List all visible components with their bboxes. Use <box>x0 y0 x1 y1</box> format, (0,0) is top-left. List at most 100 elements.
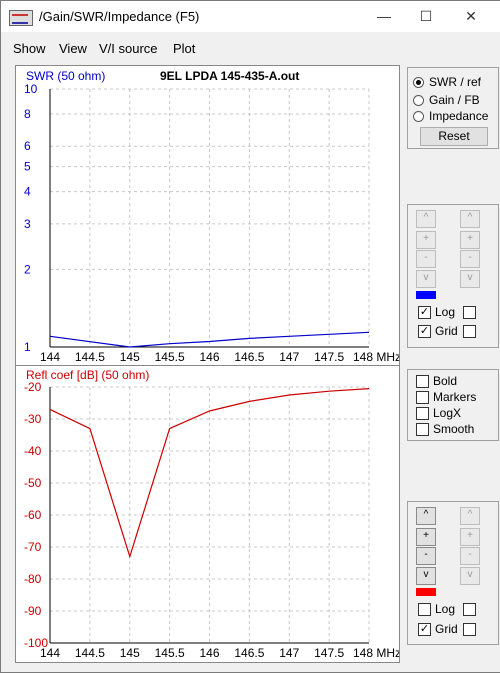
plot-type-panel: SWR / ref Gain / FB Impedance Reset <box>407 67 499 149</box>
swr-series-line <box>49 331 370 348</box>
reset-button[interactable]: Reset <box>420 127 488 146</box>
refl-chart: -20-30-40-50-60-70-80-90-100 144 144.5 145… <box>24 368 401 660</box>
bottom-log-box[interactable] <box>418 603 431 616</box>
y-tick-label: -30 <box>24 412 42 426</box>
window-title: /Gain/SWR/Impedance (F5) <box>39 9 200 24</box>
refl-grid <box>49 386 370 644</box>
menu-plot[interactable]: Plot <box>173 41 195 56</box>
menu-show[interactable]: Show <box>13 41 46 56</box>
bottom-minus-left-button[interactable]: - <box>416 547 436 565</box>
x-tick-label: 146.5 <box>234 350 264 364</box>
x-tick-label: 147 <box>279 646 299 660</box>
y-tick-label: -20 <box>24 380 42 394</box>
refl-x-ticks: 144 144.5 145 145.5 146 146.5 147 147.5 148 MHz <box>40 646 401 660</box>
app-icon[interactable] <box>9 10 33 26</box>
smooth-box[interactable] <box>416 423 429 436</box>
menu-bar: Show View V/I source Plot <box>1 37 500 59</box>
top-scale-down-right-button[interactable]: v <box>460 270 480 288</box>
top-plus-left-button[interactable]: + <box>416 231 436 249</box>
minimize-icon[interactable]: — <box>361 1 407 32</box>
refl-y-label: Refl coef [dB] (50 ohm) <box>26 368 149 382</box>
x-tick-label: 146 <box>199 350 219 364</box>
bottom-scale-up-right-button[interactable]: ^ <box>460 507 480 525</box>
bottom-controls-panel: ^ ^ + + - - v v Log ✓ Grid <box>407 501 499 645</box>
top-minus-right-button[interactable]: - <box>460 250 480 268</box>
bold-label: Bold <box>433 374 458 388</box>
bottom-grid-box[interactable]: ✓ <box>418 623 431 636</box>
bold-box[interactable] <box>416 375 429 388</box>
x-tick-label: 146 <box>199 646 219 660</box>
radio-impedance-label: Impedance <box>429 109 489 123</box>
x-tick-label: 144.5 <box>75 646 105 660</box>
bottom-grid-right-box[interactable] <box>463 623 476 636</box>
bottom-scale-up-left-button[interactable]: ^ <box>416 507 436 525</box>
menu-vi-source[interactable]: V/I source <box>99 41 158 56</box>
x-tick-label: 148 MHz <box>353 350 399 364</box>
radio-gain-fb-dot[interactable] <box>413 95 424 106</box>
top-log-right-box[interactable] <box>463 306 476 319</box>
swr-grid <box>49 88 370 348</box>
swr-y-ticks: 10 8 6 5 4 3 2 1 <box>24 82 38 354</box>
x-tick-label: 144 <box>40 350 60 364</box>
top-scale-down-left-button[interactable]: v <box>416 270 436 288</box>
bottom-scale-down-right-button[interactable]: v <box>460 567 480 585</box>
refl-plot[interactable]: -20 -30 -40 -50 -60 -70 -80 -90 -100 144 144.5 145… <box>15 365 401 663</box>
radio-gain-fb-label: Gain / FB <box>429 93 480 107</box>
markers-box[interactable] <box>416 391 429 404</box>
menu-view[interactable]: View <box>59 41 87 56</box>
y-tick-label: 6 <box>24 139 31 153</box>
x-tick-label: 144.5 <box>75 350 105 364</box>
bottom-plus-left-button[interactable]: + <box>416 528 436 546</box>
bottom-plus-right-button[interactable]: + <box>460 528 480 546</box>
top-minus-left-button[interactable]: - <box>416 250 436 268</box>
radio-gain-fb[interactable]: Gain / FB <box>413 92 500 108</box>
bottom-log-right-box[interactable] <box>463 603 476 616</box>
options-panel: Bold Markers LogX Smooth <box>407 369 499 441</box>
y-tick-label: -40 <box>24 444 42 458</box>
bottom-minus-right-button[interactable]: - <box>460 547 480 565</box>
x-tick-label: 145 <box>120 646 140 660</box>
bottom-scale-down-left-button[interactable]: v <box>416 567 436 585</box>
top-grid-box[interactable]: ✓ <box>418 325 431 338</box>
y-tick-label: 3 <box>24 217 31 231</box>
x-tick-label: 145 <box>120 350 140 364</box>
top-grid-right-box[interactable] <box>463 325 476 338</box>
top-log-box[interactable]: ✓ <box>418 306 431 319</box>
x-tick-label: 144 <box>40 646 60 660</box>
x-tick-label: 145.5 <box>155 350 185 364</box>
radio-impedance-dot[interactable] <box>413 111 424 122</box>
logx-box[interactable] <box>416 407 429 420</box>
y-tick-label: -90 <box>24 604 42 618</box>
bottom-color-swatch[interactable] <box>416 588 436 596</box>
logx-label: LogX <box>433 406 462 420</box>
y-tick-label: -50 <box>24 476 42 490</box>
swr-x-ticks: 144 144.5 145 145.5 146 146.5 147 147.5 148 MHz <box>40 350 401 364</box>
x-tick-label: 145.5 <box>155 646 185 660</box>
top-scale-up-right-button[interactable]: ^ <box>460 210 480 228</box>
radio-swr-ref-label: SWR / ref <box>429 75 482 89</box>
top-scale-up-left-button[interactable]: ^ <box>416 210 436 228</box>
y-tick-label: -80 <box>24 572 42 586</box>
top-color-swatch[interactable] <box>416 291 436 299</box>
top-controls-panel: ^ ^ + + - - v v ✓ Log ✓ Grid <box>407 204 499 348</box>
radio-impedance[interactable]: Impedance <box>413 108 500 124</box>
x-tick-label: 147.5 <box>314 646 344 660</box>
y-tick-label: 4 <box>24 185 31 199</box>
bottom-log-label: Log <box>435 602 456 616</box>
y-tick-label: 2 <box>24 262 31 276</box>
title-bar[interactable]: /Gain/SWR/Impedance (F5) — ☐ ✕ <box>1 1 500 32</box>
maximize-icon[interactable]: ☐ <box>403 1 449 32</box>
radio-swr-ref-dot[interactable] <box>413 77 424 88</box>
swr-y-label: SWR (50 ohm) <box>26 69 105 83</box>
close-icon[interactable]: ✕ <box>448 1 494 32</box>
y-tick-label: 1 <box>24 340 31 354</box>
top-plus-right-button[interactable]: + <box>460 231 480 249</box>
y-tick-label: 5 <box>24 160 31 174</box>
x-tick-label: 148 MHz <box>353 646 399 660</box>
swr-plot[interactable]: 10 8 6 5 4 3 2 1 144 144.5 145 145.5 146 146.5 147 147… <box>15 65 401 366</box>
smooth-label: Smooth <box>433 422 475 436</box>
markers-label: Markers <box>433 390 477 404</box>
radio-swr-ref[interactable]: SWR / ref <box>413 74 500 90</box>
top-grid-label: Grid <box>435 324 458 338</box>
bottom-grid-label: Grid <box>435 622 458 636</box>
